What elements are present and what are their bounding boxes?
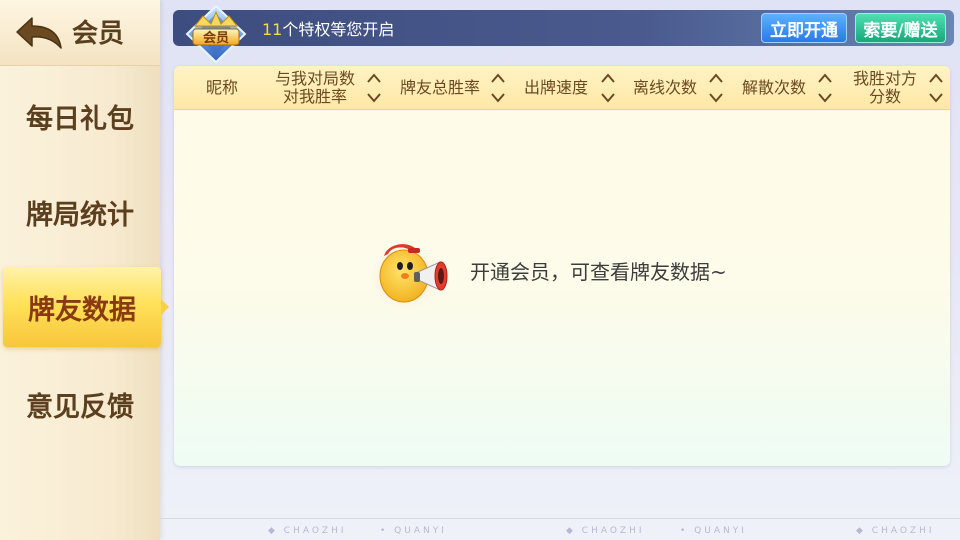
- watermark-text: ◆ CHAOZHI: [268, 526, 347, 536]
- open-membership-button[interactable]: 立即开通: [761, 13, 847, 43]
- sidebar-item-label: 牌局统计: [26, 199, 134, 231]
- column-label: 我胜对方: [852, 69, 917, 88]
- column-label-sub: 分数: [868, 87, 901, 106]
- sort-arrows-icon[interactable]: [490, 71, 506, 105]
- sort-arrows-icon[interactable]: [928, 71, 944, 105]
- watermark-text: • QUANYI: [380, 526, 447, 536]
- table-header: 昵称 与我对局数 对我胜率 牌友总胜率 出牌速度 离线次数 解散次数 我胜对方 …: [174, 66, 950, 110]
- active-indicator: [161, 299, 169, 315]
- column-label: 与我对局数: [274, 69, 355, 88]
- column-label: 解散次数: [741, 78, 806, 97]
- friend-data-panel: 昵称 与我对局数 对我胜率 牌友总胜率 出牌速度 离线次数 解散次数 我胜对方 …: [174, 66, 950, 466]
- vip-privilege-text: 11个特权等您开启: [262, 16, 394, 40]
- back-arrow-icon[interactable]: [14, 14, 64, 50]
- column-offline-count[interactable]: 离线次数: [622, 66, 726, 110]
- column-dissolve-count[interactable]: 解散次数: [731, 66, 835, 110]
- column-friend-win-rate[interactable]: 牌友总胜率: [390, 66, 508, 110]
- vip-badge-label: 会员: [203, 30, 229, 46]
- watermark-text: ◆ CHAOZHI: [566, 526, 645, 536]
- empty-state-message: 开通会员，可查看牌友数据~: [470, 260, 727, 284]
- mascot-megaphone-icon: [370, 244, 448, 310]
- watermark-text: • QUANYI: [680, 526, 747, 536]
- column-label: 牌友总胜率: [399, 78, 480, 97]
- sidebar-item-label: 牌友数据: [28, 294, 136, 326]
- request-gift-label: 索要/赠送: [863, 20, 938, 41]
- sidebar-item-daily-gift[interactable]: 每日礼包: [0, 76, 160, 156]
- column-label-sub: 对我胜率: [282, 87, 347, 106]
- watermark-text: ◆ CHAOZHI: [856, 526, 935, 536]
- sidebar-item-label: 每日礼包: [26, 103, 134, 135]
- column-label: 昵称: [205, 78, 238, 97]
- page-title: 会员: [72, 19, 125, 49]
- open-membership-label: 立即开通: [770, 20, 838, 41]
- privilege-count: 11: [262, 20, 283, 39]
- column-label: 离线次数: [632, 78, 697, 97]
- request-gift-button[interactable]: 索要/赠送: [855, 13, 946, 43]
- column-play-speed[interactable]: 出牌速度: [512, 66, 618, 110]
- sort-arrows-icon[interactable]: [708, 71, 724, 105]
- privilege-label: 个特权等您开启: [282, 20, 395, 39]
- sidebar: 会员 每日礼包 牌局统计 牌友数据 意见反馈: [0, 0, 169, 540]
- sidebar-item-feedback[interactable]: 意见反馈: [0, 364, 160, 444]
- sidebar-item-label: 意见反馈: [26, 391, 134, 423]
- sort-arrows-icon[interactable]: [817, 71, 833, 105]
- column-label: 出牌速度: [523, 78, 588, 97]
- sidebar-item-friend-data[interactable]: 牌友数据: [3, 267, 169, 347]
- vip-badge-icon: 会员: [185, 4, 247, 64]
- column-games-with-me[interactable]: 与我对局数 对我胜率: [264, 66, 384, 110]
- back-header: 会员: [0, 0, 160, 66]
- sidebar-item-game-stats[interactable]: 牌局统计: [0, 172, 160, 252]
- sort-arrows-icon[interactable]: [600, 71, 616, 105]
- footer-watermark: ◆ CHAOZHI • QUANYI ◆ CHAOZHI • QUANYI ◆ …: [160, 518, 960, 540]
- column-my-win-score[interactable]: 我胜对方 分数: [842, 66, 946, 110]
- column-nickname: 昵称: [184, 66, 260, 110]
- sort-arrows-icon[interactable]: [366, 71, 382, 105]
